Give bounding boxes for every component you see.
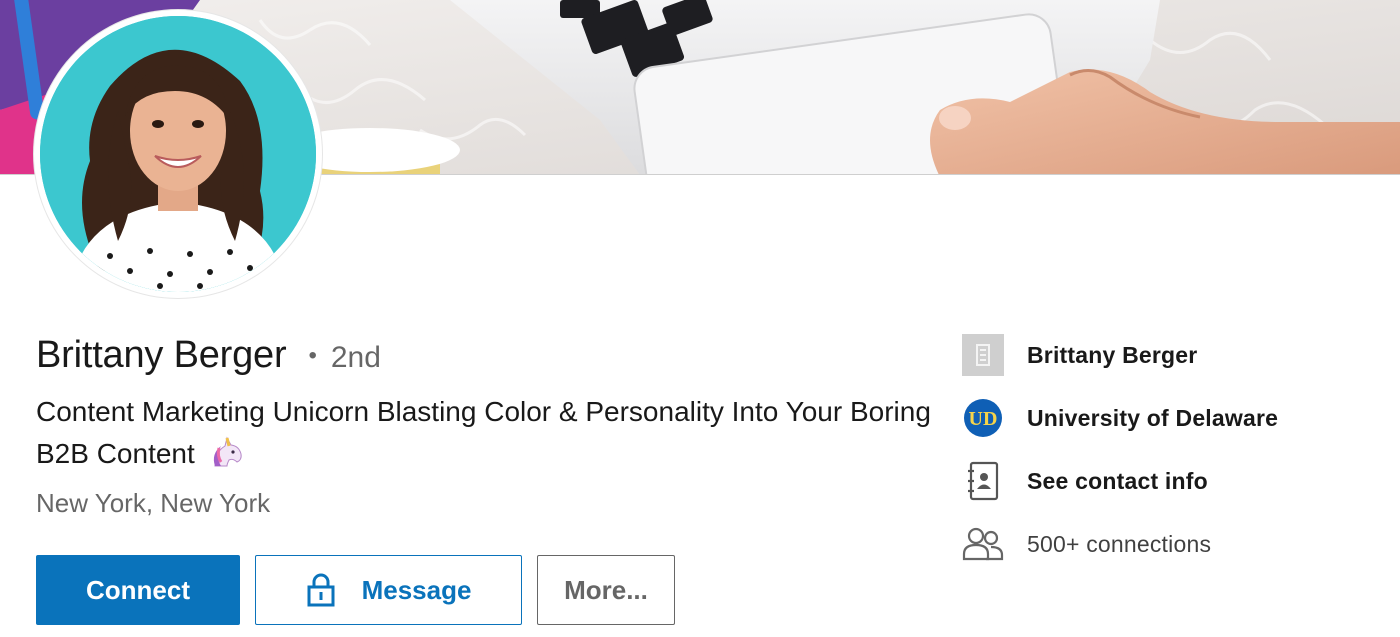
contact-book-icon bbox=[962, 460, 1004, 502]
sidebar-item-company-label: Brittany Berger bbox=[1027, 341, 1198, 368]
connection-degree: 2nd bbox=[330, 341, 381, 374]
sidebar-item-company[interactable]: Brittany Berger bbox=[962, 334, 1278, 376]
people-icon bbox=[962, 523, 1004, 565]
sidebar-item-contact-info[interactable]: See contact info bbox=[962, 460, 1278, 502]
sidebar-item-contact-label: See contact info bbox=[1027, 467, 1208, 494]
sidebar-item-connections-label: 500+ connections bbox=[1027, 530, 1212, 557]
profile-headline: Content Marketing Unicorn Blasting Color… bbox=[36, 391, 936, 475]
message-button[interactable]: Message bbox=[255, 555, 522, 625]
sidebar-item-connections[interactable]: 500+ connections bbox=[962, 523, 1278, 565]
profile-sidebar: Brittany Berger UD University of Delawar… bbox=[962, 334, 1278, 586]
profile-location: New York, New York bbox=[36, 488, 271, 518]
more-button[interactable]: More... bbox=[537, 555, 675, 625]
unicorn-icon bbox=[213, 436, 242, 467]
profile-actions: Connect Message More... bbox=[36, 555, 675, 625]
sidebar-item-education-label: University of Delaware bbox=[1027, 404, 1279, 431]
lock-icon bbox=[307, 573, 335, 607]
profile-name: Brittany Berger bbox=[36, 334, 287, 376]
name-row: Brittany Berger • 2nd bbox=[36, 334, 381, 377]
profile-avatar[interactable] bbox=[34, 10, 322, 298]
avatar-photo bbox=[40, 16, 316, 292]
university-logo-icon: UD bbox=[962, 397, 1004, 439]
degree-separator: • bbox=[308, 342, 317, 369]
svg-text:UD: UD bbox=[969, 408, 998, 430]
headline-text: Content Marketing Unicorn Blasting Color… bbox=[36, 396, 931, 469]
sidebar-item-education[interactable]: UD University of Delaware bbox=[962, 397, 1278, 439]
connect-button[interactable]: Connect bbox=[36, 555, 240, 625]
message-button-label: Message bbox=[361, 574, 472, 605]
company-building-icon bbox=[962, 334, 1004, 376]
